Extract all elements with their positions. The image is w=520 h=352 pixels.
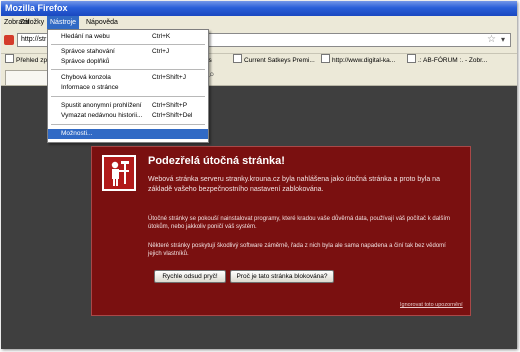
menu-item-options[interactable]: Možnosti... — [48, 129, 208, 139]
get-me-out-button[interactable]: Rychle odsud pryč! — [154, 270, 226, 283]
menu-item-addons[interactable]: Správce doplňků — [48, 57, 208, 67]
page-icon — [5, 54, 14, 63]
star-icon[interactable]: ☆ — [487, 34, 496, 45]
dropdown-arrow-icon[interactable]: ▾ — [501, 35, 505, 44]
ignore-warning-link[interactable]: Ignorovat toto upozornění — [400, 302, 463, 308]
bookmark-item[interactable]: .: AB-FÓRUM :. - Zobr... — [407, 54, 487, 67]
why-blocked-button[interactable]: Proč je tato stránka blokována? — [230, 270, 334, 283]
site-identity-icon[interactable] — [4, 35, 14, 45]
attack-site-icon — [102, 155, 136, 191]
page-icon — [407, 54, 416, 63]
warning-note: Některé stránky poskytují škodlivý softw… — [148, 243, 446, 257]
police-figure-icon — [111, 161, 129, 186]
warning-title: Podezřelá útočná stránka! — [148, 155, 285, 167]
page-icon — [321, 54, 330, 63]
menu-separator — [51, 124, 205, 125]
menu-item-private-browsing[interactable]: Spustit anonymní prohlížení Ctrl+Shift+P — [48, 101, 208, 111]
attack-warning-panel: Podezřelá útočná stránka! Webová stránka… — [91, 146, 471, 316]
menu-separator — [51, 96, 205, 97]
menubar: Zobrazit Záložky Nástroje Nápověda — [1, 16, 517, 29]
menu-bookmarks[interactable]: Záložky — [17, 16, 47, 29]
bookmark-item[interactable]: Current Satkeys Premi... — [233, 54, 315, 67]
menu-separator — [51, 44, 205, 45]
menu-tools[interactable]: Nástroje — [47, 16, 80, 29]
paperclip-icon[interactable]: ⌕ — [209, 69, 215, 80]
bookmark-item[interactable]: http://www.digital-ka... — [321, 54, 395, 67]
page-icon — [233, 54, 242, 63]
menu-item-error-console[interactable]: Chybová konzola Ctrl+Shift+J — [48, 73, 208, 83]
menu-item-web-search[interactable]: Hledání na webu Ctrl+K — [48, 32, 208, 42]
menu-help[interactable]: Nápověda — [83, 16, 121, 29]
menu-item-downloads[interactable]: Správce stahování Ctrl+J — [48, 47, 208, 57]
tools-menu-dropdown: Hledání na webu Ctrl+K Správce stahování… — [47, 29, 209, 143]
firefox-window: Mozilla Firefox Zobrazit Záložky Nástroj… — [1, 1, 517, 349]
menu-separator — [51, 69, 205, 70]
menu-item-clear-history[interactable]: Vymazat nedávnou historii... Ctrl+Shift+… — [48, 111, 208, 121]
menu-item-page-info[interactable]: Informace o stránce — [48, 83, 208, 93]
warning-details: Útočné stránky se pokouší nainstalovat p… — [148, 216, 451, 230]
window-title: Mozilla Firefox — [1, 1, 517, 16]
warning-description: Webová stránka serveru stranky.krouna.cz… — [148, 176, 440, 193]
